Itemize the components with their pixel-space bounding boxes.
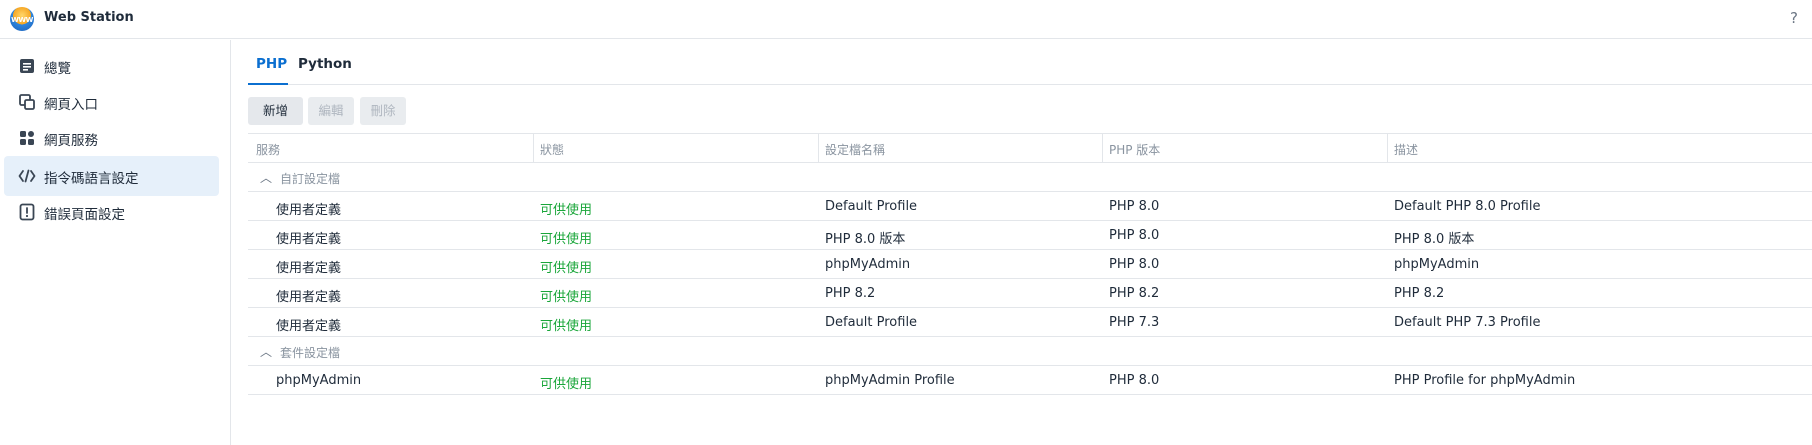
cell-description: Default PHP 7.3 Profile [1394,315,1541,330]
table-row[interactable]: 使用者定義 可供使用 PHP 8.2 PHP 8.2 PHP 8.2 [248,279,1812,308]
sidebar: 總覽 網頁入口 網頁服務 指令碼語言設定 錯誤頁面設定 [0,40,231,445]
sidebar-item-script-language[interactable]: 指令碼語言設定 [4,156,219,196]
cell-php-version: PHP 8.2 [1109,286,1160,301]
error-page-icon [19,203,35,221]
cell-description: PHP 8.0 版本 [1394,232,1475,247]
group-header-package-profiles[interactable]: ︿ 套件設定檔 [248,337,1812,366]
cell-status: 可供使用 [540,232,593,247]
chevron-up-icon[interactable]: ︿ [260,343,272,360]
cell-php-version: PHP 8.0 [1109,199,1160,214]
web-station-logo-icon: WWW [10,7,34,31]
cell-profile-name: phpMyAdmin Profile [825,373,955,388]
cell-description: PHP Profile for phpMyAdmin [1394,373,1576,388]
main-panel: PHP Python 新增 編輯 刪除 服務 狀態 設定檔名稱 PHP 版本 描… [232,40,1812,445]
cell-php-version: PHP 7.3 [1109,315,1160,330]
add-button[interactable]: 新增 [248,97,303,125]
sidebar-item-label: 總覽 [44,61,71,77]
tab-bar: PHP Python [248,40,1812,85]
delete-button[interactable]: 刪除 [360,97,406,125]
table-row[interactable]: phpMyAdmin 可供使用 phpMyAdmin Profile PHP 8… [248,366,1812,395]
cell-service: 使用者定義 [276,232,342,247]
sidebar-item-label: 指令碼語言設定 [44,171,139,187]
cell-status: 可供使用 [540,377,593,392]
tab-python[interactable]: Python [298,56,352,72]
cell-description: Default PHP 8.0 Profile [1394,199,1541,214]
edit-button[interactable]: 編輯 [308,97,354,125]
sidebar-item-label: 網頁服務 [44,133,98,149]
cell-status: 可供使用 [540,203,593,218]
overview-icon [20,59,34,73]
group-label: 套件設定檔 [280,346,341,360]
sidebar-item-label: 網頁入口 [44,97,98,113]
cell-service: 使用者定義 [276,290,342,305]
column-header-php-version[interactable]: PHP 版本 [1109,141,1160,158]
column-header-profile-name[interactable]: 設定檔名稱 [825,141,885,158]
tab-php[interactable]: PHP [256,56,287,72]
sidebar-item-web-portal[interactable]: 網頁入口 [4,82,219,122]
cell-description: PHP 8.2 [1394,286,1445,301]
cell-service: 使用者定義 [276,203,342,218]
sidebar-item-error-page[interactable]: 錯誤頁面設定 [4,192,219,232]
table-row[interactable]: 使用者定義 可供使用 PHP 8.0 版本 PHP 8.0 PHP 8.0 版本 [248,221,1812,250]
sidebar-item-web-service[interactable]: 網頁服務 [4,118,219,158]
table-header: 服務 狀態 設定檔名稱 PHP 版本 描述 [248,133,1812,163]
cell-profile-name: Default Profile [825,315,918,330]
cell-php-version: PHP 8.0 [1109,257,1160,272]
table-row[interactable]: 使用者定義 可供使用 Default Profile PHP 8.0 Defau… [248,192,1812,221]
help-icon[interactable]: ? [1790,9,1798,27]
cell-profile-name: Default Profile [825,199,918,214]
table-row[interactable]: 使用者定義 可供使用 Default Profile PHP 7.3 Defau… [248,308,1812,337]
column-header-description[interactable]: 描述 [1394,141,1418,158]
chevron-up-icon[interactable]: ︿ [260,169,272,186]
column-divider[interactable] [1387,134,1388,162]
cell-service: 使用者定義 [276,319,342,334]
sidebar-item-label: 錯誤頁面設定 [44,207,125,223]
cell-php-version: PHP 8.0 [1109,373,1160,388]
table-row[interactable]: 使用者定義 可供使用 phpMyAdmin PHP 8.0 phpMyAdmin [248,250,1812,279]
cell-profile-name: phpMyAdmin [825,257,911,272]
cell-service: phpMyAdmin [276,373,362,388]
cell-status: 可供使用 [540,290,593,305]
cell-status: 可供使用 [540,261,593,276]
active-tab-indicator [248,83,288,85]
title-bar: WWW Web Station ? [0,0,1812,39]
cell-description: phpMyAdmin [1394,257,1480,272]
cell-service: 使用者定義 [276,261,342,276]
web-service-icon [20,131,34,145]
column-divider[interactable] [1102,134,1103,162]
sidebar-item-overview[interactable]: 總覽 [4,46,219,86]
cell-status: 可供使用 [540,319,593,334]
column-header-status[interactable]: 狀態 [540,141,564,158]
column-header-service[interactable]: 服務 [256,141,280,158]
web-portal-icon [19,94,35,110]
group-label: 自訂設定檔 [280,172,341,186]
column-divider[interactable] [533,134,534,162]
cell-profile-name: PHP 8.0 版本 [825,232,906,247]
script-code-icon [18,169,36,183]
app-title: Web Station [44,10,134,25]
column-divider[interactable] [818,134,819,162]
cell-php-version: PHP 8.0 [1109,228,1160,243]
cell-profile-name: PHP 8.2 [825,286,876,301]
group-header-custom-profiles[interactable]: ︿ 自訂設定檔 [248,163,1812,192]
